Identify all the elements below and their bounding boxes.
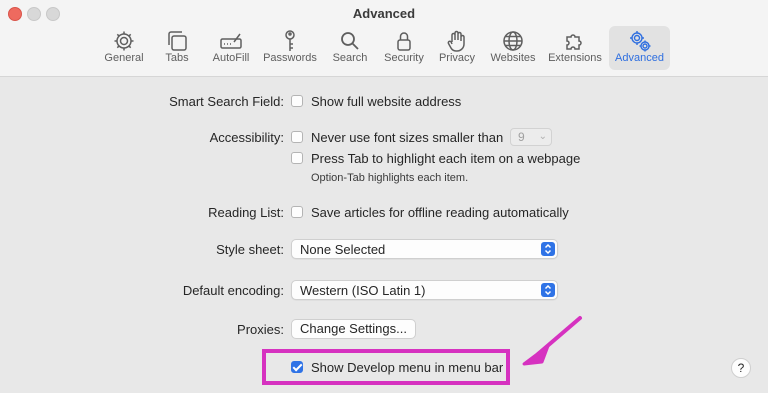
change-settings-button[interactable]: Change Settings... <box>291 319 416 339</box>
default-encoding-label: Default encoding: <box>182 283 284 298</box>
tab-advanced-label: Advanced <box>615 52 664 64</box>
show-full-address-text: Show full website address <box>311 94 462 109</box>
reading-list-label: Reading List: <box>208 205 284 220</box>
tab-search[interactable]: Search <box>330 26 370 70</box>
tab-privacy[interactable]: Privacy <box>436 26 478 70</box>
tab-security-label: Security <box>384 52 424 64</box>
accessibility-label: Accessibility: <box>209 130 284 145</box>
tab-tabs[interactable]: Tabs <box>158 26 196 70</box>
show-develop-menu-text: Show Develop menu in menu bar <box>311 360 504 375</box>
tab-tabs-label: Tabs <box>165 52 189 64</box>
tab-extensions[interactable]: Extensions <box>546 26 604 70</box>
min-font-size-select[interactable]: 9 ⌄ <box>510 128 552 146</box>
tab-privacy-label: Privacy <box>438 52 476 64</box>
chevron-down-icon: ⌄ <box>538 131 547 142</box>
save-offline-checkbox[interactable] <box>291 206 303 218</box>
tab-autofill[interactable]: AutoFill <box>208 26 254 70</box>
proxies-label: Proxies: <box>237 322 284 337</box>
press-tab-checkbox[interactable] <box>291 152 303 164</box>
tab-advanced[interactable]: Advanced <box>609 26 670 70</box>
tab-general-label: General <box>104 52 144 64</box>
gear-icon <box>102 26 146 52</box>
smart-search-label: Smart Search Field: <box>169 94 284 109</box>
style-sheet-label: Style sheet: <box>216 242 284 257</box>
min-font-size-value: 9 <box>518 130 525 144</box>
tab-extensions-label: Extensions <box>548 52 602 64</box>
tabs-icon <box>158 26 196 52</box>
gears-icon <box>609 26 670 52</box>
autofill-icon <box>208 26 254 52</box>
save-offline-text: Save articles for offline reading automa… <box>311 205 569 220</box>
default-encoding-select[interactable]: Western (ISO Latin 1) <box>291 280 558 300</box>
tab-websites-label: Websites <box>490 52 536 64</box>
annotation-arrow-icon <box>522 316 582 366</box>
tab-websites[interactable]: Websites <box>488 26 538 70</box>
puzzle-icon <box>546 26 604 52</box>
show-full-address-checkbox[interactable] <box>291 95 303 107</box>
lock-icon <box>380 26 428 52</box>
default-encoding-value: Western (ISO Latin 1) <box>300 283 426 298</box>
help-button[interactable]: ? <box>731 358 751 378</box>
min-font-text: Never use font sizes smaller than <box>311 130 504 145</box>
key-icon <box>262 26 318 52</box>
search-icon <box>330 26 370 52</box>
tab-security[interactable]: Security <box>380 26 428 70</box>
show-develop-menu-checkbox[interactable] <box>291 361 303 373</box>
style-sheet-value: None Selected <box>300 242 386 257</box>
hand-icon <box>436 26 478 52</box>
option-tab-hint: Option-Tab highlights each item. <box>311 172 469 184</box>
tab-general[interactable]: General <box>102 26 146 70</box>
style-sheet-select[interactable]: None Selected <box>291 239 558 259</box>
updown-chevron-icon <box>541 242 555 256</box>
updown-chevron-icon <box>541 283 555 297</box>
press-tab-text: Press Tab to highlight each item on a we… <box>311 151 581 166</box>
globe-icon <box>488 26 538 52</box>
min-font-checkbox[interactable] <box>291 131 303 143</box>
window-title: Advanced <box>352 6 416 21</box>
tab-passwords[interactable]: Passwords <box>262 26 318 70</box>
window-titlebar: Advanced General Tabs AutoFill Passwords… <box>0 0 768 77</box>
tab-autofill-label: AutoFill <box>212 52 250 64</box>
tab-search-label: Search <box>332 52 368 64</box>
tab-passwords-label: Passwords <box>263 52 317 64</box>
